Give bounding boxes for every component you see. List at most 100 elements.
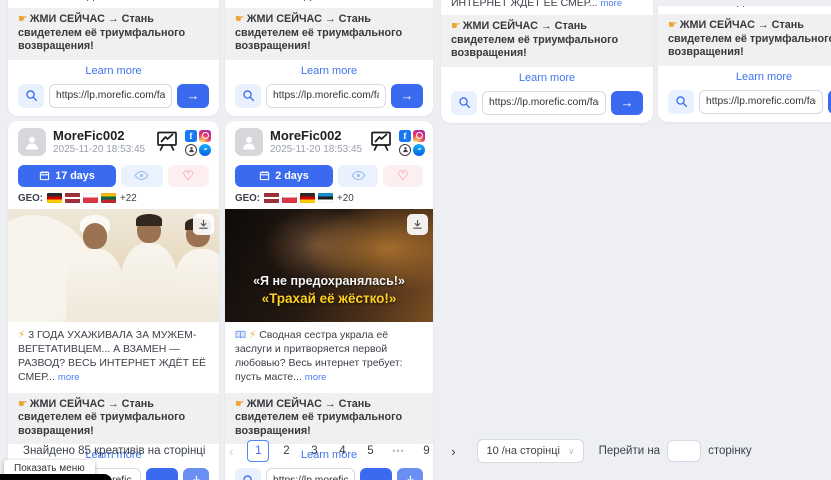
more-link[interactable]: more — [305, 372, 327, 383]
open-link-button[interactable]: → — [391, 84, 423, 108]
ad-card-partial: ИНТЕРНЕТ ЖДЁТ ЕЁ СМЕР... more ☛ЖМИ СЕЙЧА… — [8, 0, 219, 116]
page-9-button[interactable]: 9 — [415, 440, 437, 462]
search-icon[interactable] — [18, 84, 44, 108]
page-2-button[interactable]: 2 — [275, 440, 297, 462]
page-4-button[interactable]: 4 — [331, 440, 353, 462]
learn-more-link[interactable]: Learn more — [225, 65, 433, 79]
ad-card-partial: ИНТЕРНЕТ ЖДЁТ ЕЁ СМЕР... more ☛ЖМИ СЕЙЧА… — [441, 0, 653, 123]
pagination-bar: Знайдено 85 креативів на сторінці ‹ 1234… — [0, 438, 831, 464]
geo-flags — [47, 193, 116, 203]
geo-label: GEO: — [18, 193, 43, 204]
goto-page-suffix: сторінку — [708, 445, 752, 457]
more-link[interactable]: more — [817, 6, 831, 8]
facebook-icon: f — [399, 130, 411, 142]
avatar — [18, 128, 46, 156]
pointing-hand-emoji: ☛ — [18, 398, 28, 410]
preview-eye-button[interactable] — [121, 165, 163, 187]
presentation-chart-icon[interactable] — [369, 129, 393, 158]
card-actions: 2 days ♡ — [225, 163, 433, 187]
advertiser-name[interactable]: MoreFic002 — [270, 128, 369, 143]
cta-bar: ☛ЖМИ СЕЙЧАС → Стань свидетелем её триумф… — [225, 393, 433, 445]
cta-bar: ☛ЖМИ СЕЙЧАС → Стань свидетелем её триумф… — [658, 14, 831, 66]
page-ellipsis: ••• — [387, 440, 409, 462]
clipped-ad-text: ИНТЕРНЕТ ЖДЁТ ЕЁ СМЕР... more — [8, 0, 219, 3]
pointing-hand-emoji: ☛ — [235, 13, 245, 25]
landing-url-input[interactable] — [49, 84, 172, 108]
search-icon[interactable] — [235, 84, 261, 108]
audience-network-icon — [399, 144, 411, 156]
card-actions: 17 days ♡ — [8, 163, 219, 187]
download-button[interactable] — [183, 468, 209, 480]
days-active-button[interactable]: 17 days — [18, 165, 116, 187]
geo-label: GEO: — [235, 193, 260, 204]
menu-handle[interactable] — [0, 474, 112, 480]
learn-more-link[interactable]: Learn more — [658, 71, 831, 85]
geo-more-count[interactable]: +20 — [337, 193, 354, 204]
page-5-button[interactable]: 5 — [359, 440, 381, 462]
search-icon[interactable] — [235, 468, 261, 480]
pointing-hand-emoji: ☛ — [18, 13, 28, 25]
more-link[interactable]: more — [167, 0, 189, 2]
favorite-heart-button[interactable]: ♡ — [168, 165, 210, 187]
flag-de-icon — [300, 193, 315, 203]
open-link-button[interactable]: → — [611, 91, 643, 115]
page-3-button[interactable]: 3 — [303, 440, 325, 462]
search-icon[interactable] — [451, 91, 477, 115]
advertiser-name[interactable]: MoreFic002 — [53, 128, 155, 143]
geo-row: GEO: +20 — [225, 187, 433, 209]
landing-url-input[interactable] — [266, 468, 355, 480]
messenger-icon — [199, 144, 211, 156]
landing-url-input[interactable] — [482, 91, 606, 115]
more-link[interactable]: more — [384, 0, 406, 2]
ad-text: ⚡ Сводная сестра украла её заслуги и при… — [225, 322, 433, 389]
url-row: → — [18, 84, 209, 116]
ad-card: MoreFic002 2025-11-20 18:53:45 f 17 days… — [8, 121, 219, 480]
presentation-chart-icon[interactable] — [155, 129, 179, 158]
lightning-emoji: ⚡ — [18, 329, 25, 341]
landing-url-input[interactable] — [266, 84, 386, 108]
landing-url-input[interactable] — [699, 90, 823, 114]
search-icon[interactable] — [668, 90, 694, 114]
creative-date: 2025-11-20 18:53:45 — [270, 143, 369, 156]
download-image-button[interactable] — [193, 214, 214, 235]
geo-row: GEO: +22 — [8, 187, 219, 209]
goto-page-label: Перейти на — [599, 445, 661, 457]
open-link-button[interactable]: → — [177, 84, 209, 108]
geo-flags — [264, 193, 333, 203]
flag-pl-icon — [282, 193, 297, 203]
open-link-button[interactable]: → — [360, 468, 392, 480]
lightning-emoji: ⚡ — [249, 329, 256, 341]
geo-more-count[interactable]: +22 — [120, 193, 137, 204]
page-numbers: 12345 ••• 9 — [247, 440, 437, 462]
flag-pl-icon — [83, 193, 98, 203]
creative-column-3: ИНТЕРНЕТ ЖДЁТ ЕЁ СМЕР... more ☛ЖМИ СЕЙЧА… — [441, 0, 653, 123]
flag-de-icon — [47, 193, 62, 203]
open-link-button[interactable]: → — [146, 468, 178, 480]
creative-column-4: ИНТЕРНЕТ ЖДЁТ ЕЁ СМЕР... more ☛ЖМИ СЕЙЧА… — [658, 0, 831, 122]
creative-column-1: ИНТЕРНЕТ ЖДЁТ ЕЁ СМЕР... more ☛ЖМИ СЕЙЧА… — [8, 0, 219, 480]
more-link[interactable]: more — [58, 372, 80, 383]
ad-image[interactable]: «Я не предохранялась!» «Трахай её жёстко… — [225, 209, 433, 322]
prev-page-button[interactable]: ‹ — [222, 444, 240, 459]
clipped-ad-text: ИНТЕРНЕТ ЖДЁТ ЕЁ СМЕР... more — [658, 6, 831, 9]
favorite-heart-button[interactable]: ♡ — [383, 165, 423, 187]
card-header: MoreFic002 2025-11-20 18:53:45 f — [225, 121, 433, 163]
days-active-button[interactable]: 2 days — [235, 165, 333, 187]
goto-page-input[interactable] — [667, 440, 701, 462]
clipped-ad-text: ИНТЕРНЕТ ЖДЁТ ЕЁ СМЕР... more — [225, 0, 433, 3]
download-button[interactable] — [397, 468, 423, 480]
preview-eye-button[interactable] — [338, 165, 378, 187]
page-1-button[interactable]: 1 — [247, 440, 269, 462]
card-header: MoreFic002 2025-11-20 18:53:45 f — [8, 121, 219, 163]
results-count: Знайдено 85 креативів на сторінці — [23, 445, 205, 457]
download-image-button[interactable] — [407, 214, 428, 235]
learn-more-link[interactable]: Learn more — [8, 65, 219, 79]
learn-more-link[interactable]: Learn more — [441, 72, 653, 86]
ad-image[interactable] — [8, 209, 219, 322]
url-row: → — [668, 90, 831, 122]
more-link[interactable]: more — [600, 0, 622, 9]
next-page-button[interactable]: › — [444, 444, 462, 459]
ad-card-partial: ИНТЕРНЕТ ЖДЁТ ЕЁ СМЕР... more ☛ЖМИ СЕЙЧА… — [658, 6, 831, 122]
per-page-select[interactable]: 10 /на сторінці ∨ — [477, 439, 583, 463]
flag-lt-icon — [101, 193, 116, 203]
